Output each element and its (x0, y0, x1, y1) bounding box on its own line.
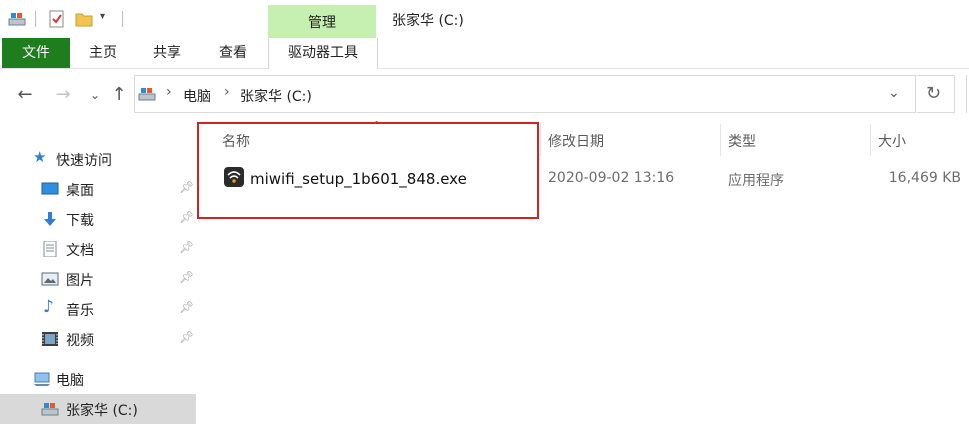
document-icon (43, 241, 57, 257)
nav-label: 张家华 (C:) (66, 403, 138, 419)
column-header-modified[interactable]: 修改日期 (548, 131, 604, 151)
nav-item-drive-c[interactable]: 张家华 (C:) (0, 394, 196, 424)
file-size: 16,469 KB (888, 170, 961, 186)
nav-label: 视频 (66, 333, 94, 349)
nav-item-desktop[interactable]: 桌面 📌︎ (0, 174, 196, 204)
pin-icon[interactable]: 📌︎ (179, 330, 194, 344)
nav-label: 桌面 (66, 183, 94, 199)
pin-icon[interactable]: 📌︎ (179, 240, 194, 254)
nav-label: 图片 (66, 273, 94, 289)
refresh-icon[interactable]: ↻ (926, 83, 941, 104)
drive-icon (41, 403, 59, 416)
qat-customize-icon[interactable]: ▾ (100, 11, 105, 22)
nav-label: 快速访问 (56, 153, 112, 169)
pin-icon[interactable]: 📌︎ (179, 210, 194, 224)
new-folder-icon[interactable] (75, 10, 93, 28)
qat-separator (35, 11, 36, 27)
manage-context-label: 管理 (308, 15, 336, 31)
nav-label: 音乐 (66, 303, 94, 319)
nav-label: 文档 (66, 243, 94, 259)
video-icon (42, 332, 58, 346)
window-title: 张家华 (C:) (392, 13, 464, 29)
nav-quick-access[interactable]: ★ 快速访问 (0, 144, 196, 174)
computer-icon (34, 372, 50, 386)
drive-icon (138, 88, 156, 101)
back-arrow-icon[interactable]: ← (14, 84, 36, 106)
nav-this-pc[interactable]: 电脑 (0, 364, 196, 394)
star-icon: ★ (33, 148, 47, 166)
tab-view[interactable]: 查看 (210, 38, 256, 68)
address-dropdown-chevron-icon[interactable]: ⌄ (888, 85, 900, 101)
column-divider[interactable] (540, 124, 541, 156)
breadcrumb-this-pc[interactable]: 电脑 (183, 86, 211, 106)
tab-home[interactable]: 主页 (80, 38, 126, 68)
pin-icon[interactable]: 📌︎ (179, 300, 194, 314)
download-icon (44, 212, 56, 226)
forward-arrow-icon[interactable]: → (52, 84, 74, 106)
picture-icon (41, 272, 59, 286)
tab-share[interactable]: 共享 (144, 38, 190, 68)
column-divider[interactable] (720, 124, 721, 156)
nav-item-videos[interactable]: 视频 📌︎ (0, 324, 196, 354)
drive-icon[interactable] (8, 10, 26, 28)
desktop-icon (41, 182, 59, 195)
breadcrumb-drive[interactable]: 张家华 (C:) (240, 86, 312, 106)
nav-item-downloads[interactable]: 下载 📌︎ (0, 204, 196, 234)
nav-label: 下载 (66, 213, 94, 229)
file-modified: 2020-09-02 13:16 (548, 170, 675, 186)
recent-locations-chevron-icon[interactable]: ⌄ (84, 84, 106, 106)
column-divider[interactable] (870, 124, 871, 156)
nav-item-pictures[interactable]: 图片 📌︎ (0, 264, 196, 294)
nav-item-music[interactable]: ♪ 音乐 📌︎ (0, 294, 196, 324)
pin-icon[interactable]: 📌︎ (179, 180, 194, 194)
file-type: 应用程序 (728, 173, 784, 189)
column-header-size[interactable]: 大小 (878, 131, 906, 151)
pin-icon[interactable]: 📌︎ (179, 270, 194, 284)
up-arrow-icon[interactable]: ↑ (108, 84, 130, 106)
tab-file[interactable]: 文件 (2, 38, 70, 68)
column-header-type[interactable]: 类型 (728, 131, 756, 151)
music-icon: ♪ (43, 297, 54, 317)
nav-label: 电脑 (56, 373, 84, 389)
breadcrumb-chevron-icon[interactable]: › (224, 84, 230, 100)
tab-drive-tools[interactable]: 驱动器工具 (268, 38, 378, 69)
title-bar (0, 0, 969, 38)
breadcrumb-chevron-icon[interactable]: › (166, 84, 172, 100)
highlight-box (197, 122, 539, 219)
nav-item-documents[interactable]: 文档 📌︎ (0, 234, 196, 264)
qat-separator (122, 11, 123, 27)
properties-icon[interactable] (48, 10, 66, 28)
